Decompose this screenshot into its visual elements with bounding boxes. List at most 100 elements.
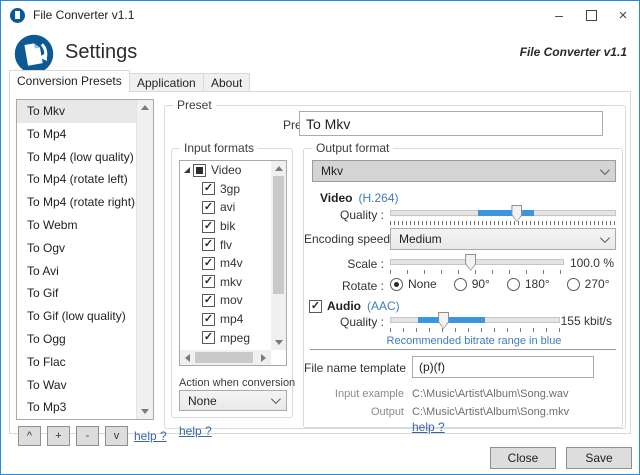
audio-quality-thumb[interactable] (438, 312, 450, 329)
preset-list-item[interactable]: To Ogg (17, 328, 137, 351)
action-when-conversion-label: Action when conversion (179, 377, 296, 389)
encoding-speed-value: Medium (399, 232, 442, 246)
preset-list-scrollbar[interactable] (136, 100, 153, 419)
format-item-mkv[interactable]: ✓ mkv (180, 273, 271, 292)
move-up-button[interactable]: ^ (18, 426, 41, 446)
scroll-down-icon[interactable] (137, 404, 153, 419)
minimize-button[interactable]: – (543, 1, 575, 29)
presets-help-link[interactable]: help ? (134, 429, 167, 443)
scale-ticks (390, 270, 564, 274)
format-item-mpeg[interactable]: ✓ mpeg (180, 328, 271, 347)
format-checkbox[interactable]: ✓ (202, 219, 215, 233)
preset-list-item[interactable]: To Wav (17, 374, 137, 397)
action-dropdown[interactable]: None (179, 390, 287, 411)
audio-quality-slider[interactable] (390, 312, 560, 329)
format-item-m4v[interactable]: ✓ m4v (180, 254, 271, 273)
tree-vertical-scrollbar[interactable] (271, 161, 286, 350)
preset-list-item[interactable]: To Mp4 (rotate left) (17, 168, 137, 191)
video-section-title: Video (H.264) (320, 191, 399, 205)
preset-name-input[interactable]: To Mkv (299, 111, 603, 136)
preset-list-item[interactable]: To Mkv (17, 100, 137, 123)
tree-scroll-right-icon[interactable] (256, 350, 271, 365)
rotate-option-none[interactable]: None (390, 277, 437, 291)
preset-list-item[interactable]: To Webm (17, 214, 137, 237)
audio-quality-highlight (417, 317, 486, 323)
format-checkbox[interactable]: ✓ (202, 238, 215, 252)
video-quality-thumb[interactable] (511, 205, 523, 222)
audio-enabled-checkbox[interactable]: ✓ (309, 299, 322, 313)
scale-value: 100.0 % (569, 256, 614, 270)
format-checkbox[interactable]: ✓ (202, 275, 215, 289)
separator (310, 349, 616, 350)
preset-list-item[interactable]: To Mp4 (rotate right) (17, 191, 137, 214)
preset-list-item[interactable]: To Ogv (17, 237, 137, 260)
scale-thumb[interactable] (465, 254, 477, 271)
app-icon (10, 7, 25, 23)
preset-list-item[interactable]: To Flac (17, 351, 137, 374)
move-down-button[interactable]: v (105, 426, 128, 446)
close-button[interactable]: Close (490, 447, 556, 469)
window-title: File Converter v1.1 (33, 8, 135, 22)
format-item-avi[interactable]: ✓ avi (180, 198, 271, 217)
file-name-template-input[interactable]: (p)(f) (412, 356, 594, 378)
input-formats-group: Input formats Video ✓ 3gp ✓ avi ✓ bik ✓ flv ✓ m4v ✓… (171, 141, 296, 418)
rotate-option-270deg[interactable]: 270° (566, 277, 610, 291)
tree-hscroll-thumb[interactable] (195, 352, 253, 363)
preset-list-item[interactable]: To Mp3 (17, 396, 137, 419)
tree-root-video[interactable]: Video (180, 161, 271, 180)
format-item-3gp[interactable]: ✓ 3gp (180, 180, 271, 199)
format-checkbox[interactable]: ✓ (202, 293, 215, 307)
format-checkbox[interactable]: ✓ (202, 312, 215, 326)
file-converter-window: File Converter v1.1 – × Settings File Co… (0, 0, 640, 475)
save-button[interactable]: Save (566, 447, 632, 469)
chevron-down-icon (599, 232, 610, 243)
rotate-option-180deg[interactable]: 180° (506, 277, 550, 291)
action-dropdown-value: None (188, 393, 217, 408)
tree-scroll-left-icon[interactable] (180, 350, 195, 365)
preset-list-item[interactable]: To Mp4 (low quality) (17, 146, 137, 169)
encoding-speed-dropdown[interactable]: Medium (390, 228, 616, 250)
app-logo-icon (14, 34, 54, 74)
close-window-button[interactable]: × (607, 1, 639, 29)
page-title: Settings (65, 41, 138, 63)
chevron-down-icon (599, 164, 610, 175)
preset-list-item[interactable]: To Gif (low quality) (17, 305, 137, 328)
expander-icon[interactable] (184, 167, 190, 174)
bitrate-note: Recommended bitrate range in blue (386, 335, 562, 347)
format-checkbox[interactable]: ✓ (202, 331, 215, 345)
radio-icon (566, 277, 580, 291)
remove-preset-button[interactable]: - (76, 426, 99, 446)
output-format-dropdown[interactable]: Mkv (312, 160, 616, 182)
tree-vscroll-thumb[interactable] (273, 176, 284, 294)
format-item-mp4[interactable]: ✓ mp4 (180, 310, 271, 329)
format-checkbox[interactable]: ✓ (202, 200, 215, 214)
maximize-icon (585, 9, 597, 21)
format-checkbox[interactable]: ✓ (202, 182, 215, 196)
format-item-mov[interactable]: ✓ mov (180, 291, 271, 310)
tab-conversion-presets[interactable]: Conversion Presets (9, 70, 130, 92)
input-formats-help-link[interactable]: help ? (179, 424, 212, 438)
scale-slider[interactable] (390, 254, 564, 271)
tab-about[interactable]: About (203, 73, 251, 91)
preset-list-item[interactable]: To Avi (17, 260, 137, 283)
preset-list-item[interactable]: To Mp4 (17, 123, 137, 146)
format-item-bik[interactable]: ✓ bik (180, 217, 271, 236)
input-formats-tree: Video ✓ 3gp ✓ avi ✓ bik ✓ flv ✓ m4v ✓ mkv ✓ mov ✓ mp4 ✓ mp… (179, 160, 287, 366)
scroll-up-icon[interactable] (137, 100, 153, 115)
video-quality-slider[interactable] (390, 205, 616, 222)
maximize-button[interactable] (575, 1, 607, 29)
tab-application[interactable]: Application (129, 73, 204, 91)
chevron-down-icon (270, 394, 281, 405)
rotate-option-90deg[interactable]: 90° (453, 277, 490, 291)
rotate-label: Rotate : (341, 279, 384, 293)
add-preset-button[interactable]: + (47, 426, 70, 446)
format-checkbox[interactable]: ✓ (202, 256, 215, 270)
format-item-flv[interactable]: ✓ flv (180, 235, 271, 254)
video-group-checkbox[interactable] (193, 163, 206, 177)
tree-scroll-down-icon[interactable] (271, 335, 286, 350)
tree-horizontal-scrollbar[interactable] (180, 350, 271, 365)
file-naming-help-link[interactable]: help ? (412, 420, 445, 434)
output-format-group-label: Output format (312, 141, 394, 155)
tree-scroll-up-icon[interactable] (271, 161, 286, 176)
preset-list-item[interactable]: To Gif (17, 282, 137, 305)
